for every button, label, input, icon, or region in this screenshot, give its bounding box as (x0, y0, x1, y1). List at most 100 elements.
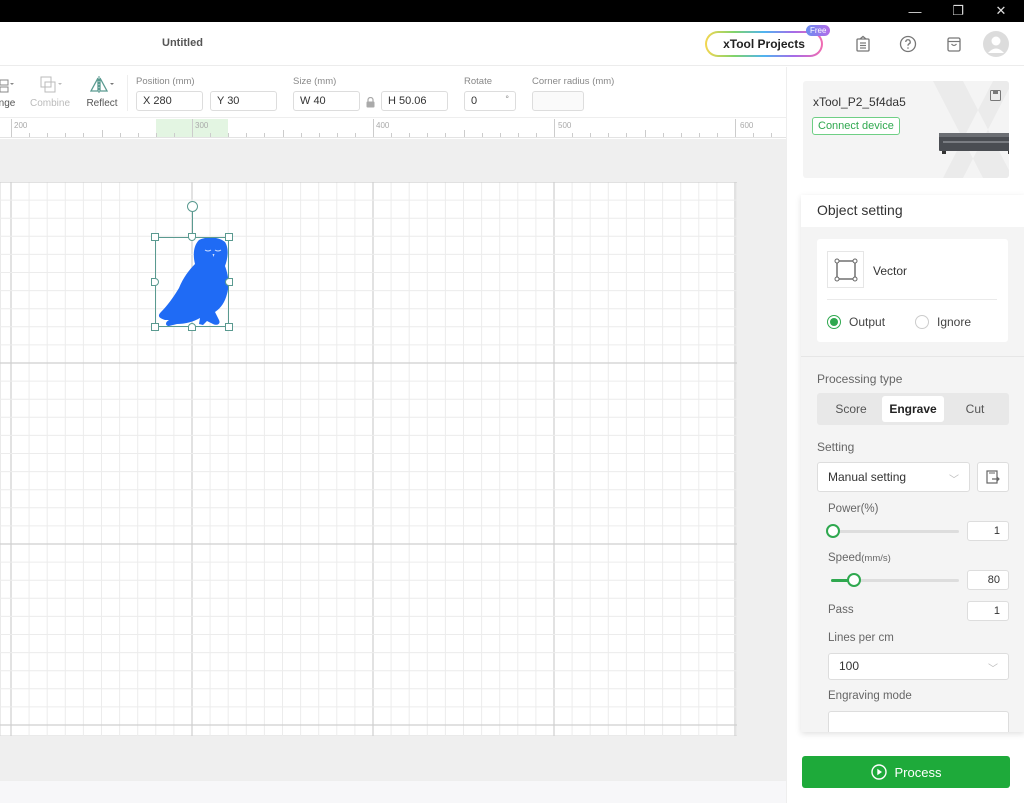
engraving-mode-select[interactable] (828, 711, 1009, 732)
rotate-value: 0 (471, 95, 478, 107)
tab-engrave[interactable]: Engrave (882, 396, 944, 422)
minimize-button[interactable]: — (895, 0, 935, 22)
ruler-tick (83, 133, 85, 137)
power-slider-thumb[interactable] (826, 524, 841, 538)
ruler-tick (590, 133, 592, 137)
reflect-button[interactable]: Reflect (84, 75, 120, 109)
resize-handle-n[interactable] (188, 233, 196, 241)
resize-handle-e[interactable] (225, 278, 233, 286)
toolbar: nge Combine Reflect Position (mm) X 280 … (0, 67, 786, 118)
ruler-tick (698, 133, 700, 137)
ignore-radio[interactable]: Ignore (915, 315, 971, 329)
close-icon: ✕ (995, 3, 1007, 18)
process-button[interactable]: Process (802, 756, 1010, 788)
speed-slider-thumb[interactable] (846, 573, 861, 587)
ruler-tick (246, 133, 248, 137)
combine-button[interactable]: Combine (28, 75, 72, 109)
setting-select[interactable]: Manual setting ﹀ (817, 462, 970, 492)
arrange-icon (0, 79, 14, 93)
corner-radius-label: Corner radius (mm) (532, 76, 615, 87)
ruler-tick (336, 133, 338, 137)
resize-handle-sw[interactable] (151, 323, 159, 331)
shop-icon (947, 37, 961, 52)
resize-handle-se[interactable] (225, 323, 233, 331)
resize-handle-ne[interactable] (225, 233, 233, 241)
ruler-tick (264, 133, 266, 137)
speed-input[interactable]: 80 (967, 570, 1009, 590)
canvas-area[interactable] (0, 139, 786, 780)
material-library-icon (856, 35, 870, 52)
position-x-input[interactable]: X 280 (136, 91, 203, 111)
aspect-lock-button[interactable] (366, 95, 375, 113)
ruler-tick (771, 133, 773, 137)
device-info-button[interactable] (990, 88, 1001, 106)
save-icon (990, 90, 1001, 101)
processing-type-tabs: Score Engrave Cut (817, 393, 1009, 425)
minimize-icon: — (908, 3, 922, 19)
lines-per-cm-select[interactable]: 100 ﹀ (828, 653, 1009, 680)
rotate-handle[interactable] (187, 201, 198, 212)
position-y-input[interactable]: Y 30 (210, 91, 277, 111)
ruler-tick (282, 130, 284, 137)
corner-radius-input[interactable] (532, 91, 584, 111)
chevron-down-icon: ﹀ (988, 664, 998, 675)
ruler-label: 400 (376, 121, 390, 130)
output-label: Output (849, 315, 886, 329)
tab-cut[interactable]: Cut (944, 396, 1006, 422)
size-width-input[interactable]: W 40 (293, 91, 360, 111)
material-library-button[interactable] (852, 33, 874, 55)
free-badge: Free (806, 25, 831, 36)
right-panel: xTool_P2_5f4da5 Connect device Object se… (786, 67, 1024, 803)
degree-unit: ° (505, 94, 509, 104)
ruler-tick (137, 133, 139, 137)
pass-label: Pass (828, 604, 854, 616)
speed-slider[interactable] (831, 573, 959, 587)
ruler-tick (608, 133, 610, 137)
import-parameters-button[interactable] (977, 462, 1009, 492)
ruler-label: 500 (558, 121, 572, 130)
output-radio[interactable]: Output (827, 315, 885, 329)
size-height-input[interactable]: H 50.06 (381, 91, 448, 111)
size-label: Size (mm) (293, 76, 337, 87)
laser-machine-image (939, 133, 1009, 154)
ruler-tick (753, 133, 755, 137)
ruler-tick (554, 119, 555, 137)
xtool-projects-button[interactable]: xTool Projects (705, 31, 823, 57)
power-input[interactable]: 1 (967, 521, 1009, 541)
position-label: Position (mm) (136, 76, 195, 87)
ruler-tick (735, 119, 736, 137)
restore-button[interactable]: ❐ (938, 0, 978, 22)
help-icon (899, 35, 917, 53)
device-name: xTool_P2_5f4da5 (813, 95, 906, 109)
radio-checked-icon (827, 315, 841, 329)
ruler-tick (192, 119, 193, 137)
lines-per-cm-label: Lines per cm (828, 632, 894, 644)
resize-handle-w[interactable] (151, 278, 159, 286)
resize-handle-s[interactable] (188, 323, 196, 331)
ruler-tick (409, 133, 411, 137)
horizontal-ruler: 200 300 400 500 600 (0, 119, 786, 138)
help-button[interactable] (897, 33, 919, 55)
ruler-tick (210, 133, 212, 137)
object-setting-title: Object setting (801, 195, 1024, 227)
ruler-tick (445, 133, 447, 137)
arrange-button[interactable]: nge (0, 75, 18, 109)
ruler-label: 600 (740, 121, 754, 130)
status-strip (0, 780, 786, 803)
power-slider[interactable] (826, 524, 959, 538)
close-window-button[interactable]: ✕ (981, 0, 1021, 22)
divider (801, 356, 1024, 357)
shop-button[interactable] (943, 33, 965, 55)
ruler-tick (680, 133, 682, 137)
ruler-tick (481, 133, 483, 137)
ruler-tick (119, 133, 121, 137)
pass-input[interactable]: 1 (967, 601, 1009, 621)
ruler-tick (101, 130, 103, 137)
document-title[interactable]: Untitled (162, 37, 203, 49)
speed-label-text: Speed (828, 552, 862, 564)
user-avatar[interactable] (983, 31, 1009, 57)
resize-handle-nw[interactable] (151, 233, 159, 241)
rotate-input[interactable]: 0 ° (464, 91, 516, 111)
connect-device-button[interactable]: Connect device (812, 117, 900, 135)
tab-score[interactable]: Score (820, 396, 882, 422)
